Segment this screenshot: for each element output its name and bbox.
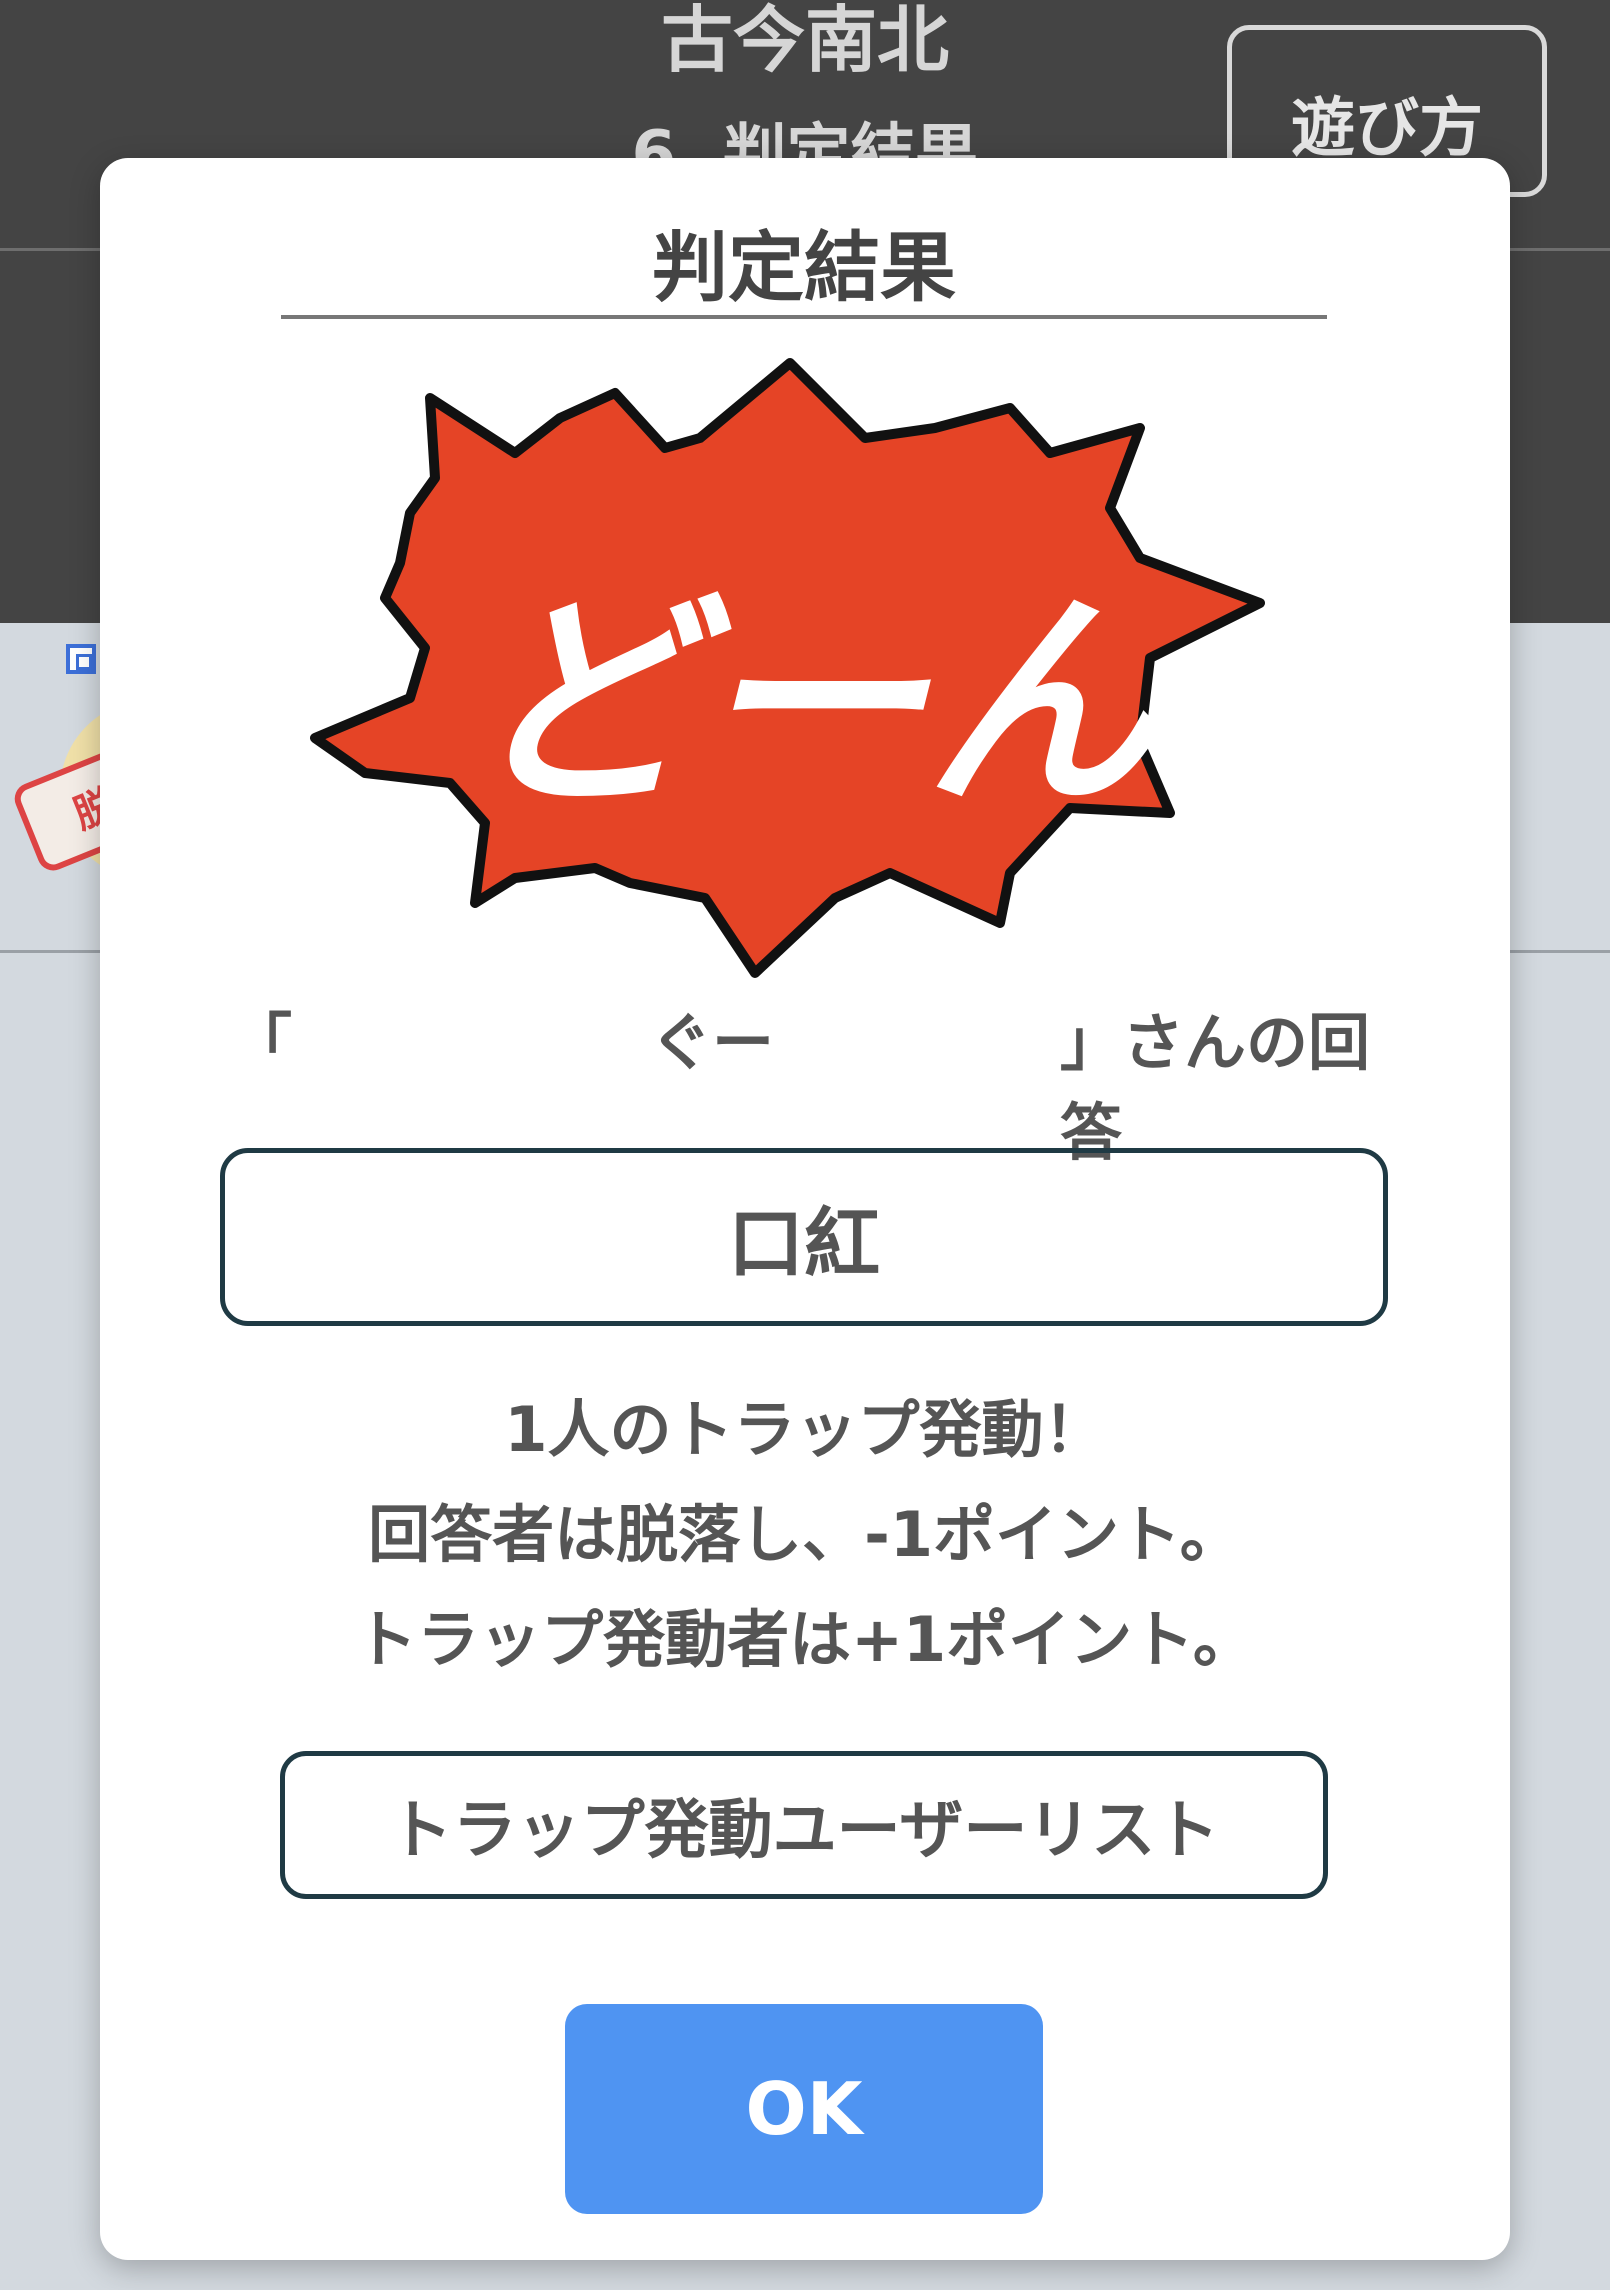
result-line-1: 1人のトラップ発動！ (504, 1393, 1106, 1466)
caption-bracket-open: 「 (230, 1006, 293, 1079)
result-line-3: トラップ発動者は+1ポイント。 (355, 1603, 1255, 1676)
answer-display: 口紅 (220, 1148, 1388, 1326)
result-line-2: 回答者は脱落し、-1ポイント。 (368, 1498, 1242, 1571)
explosion-burst-icon: どーん (310, 358, 1265, 978)
title-underline (281, 315, 1327, 319)
result-dialog: 判定結果 どーん 「 ぐー 」さんの回答 口紅 1人のトラップ発動！ 回答者は脱… (100, 158, 1510, 2260)
dialog-title: 判定結果 (652, 223, 956, 312)
answerer-name: ぐー (650, 1006, 775, 1079)
answerer-caption: 「 ぐー 」さんの回答 (230, 998, 1380, 1169)
trap-user-list-button[interactable]: トラップ発動ユーザーリスト (280, 1751, 1328, 1899)
ok-button[interactable]: OK (565, 2004, 1043, 2214)
burst-text: どーん (465, 571, 1161, 838)
